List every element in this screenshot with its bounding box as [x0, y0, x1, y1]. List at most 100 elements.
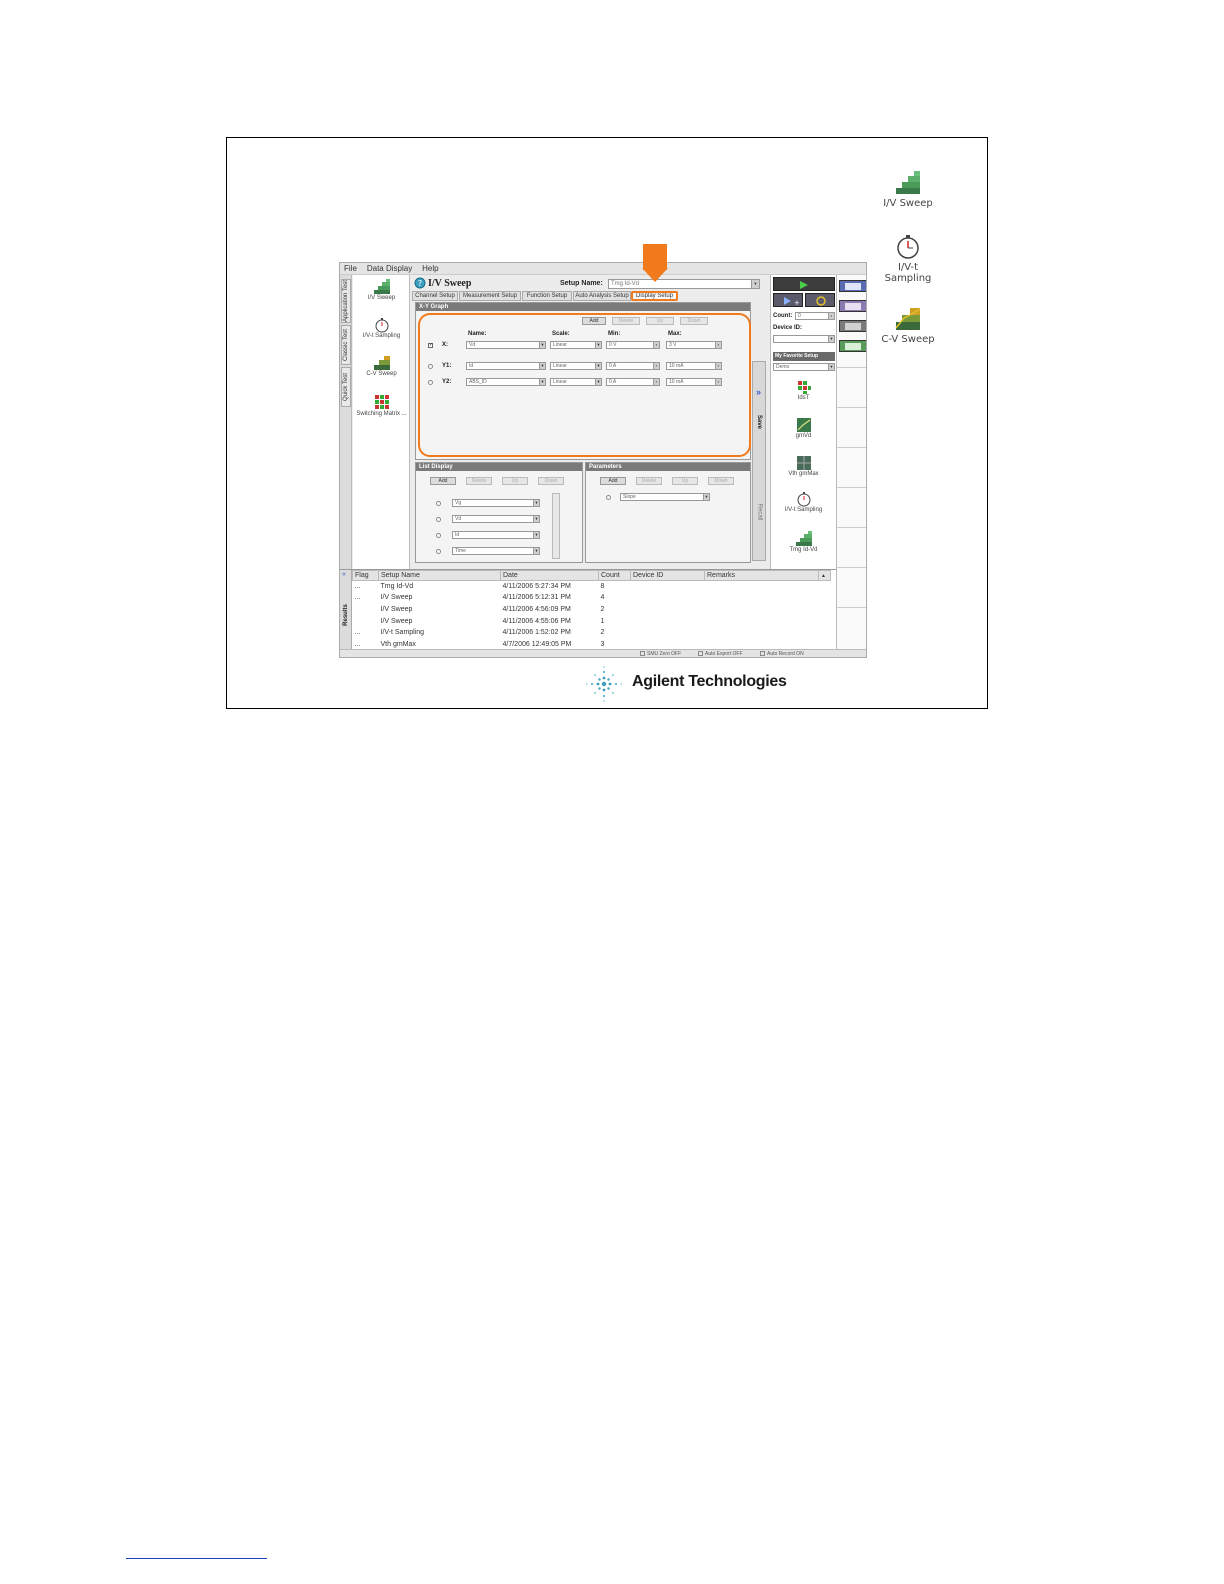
menu-help[interactable]: Help: [418, 263, 442, 274]
param-down-button[interactable]: Down: [708, 477, 734, 485]
export-button[interactable]: [839, 340, 866, 352]
print-button[interactable]: [839, 320, 866, 332]
tab-channel-setup[interactable]: Channel Setup: [412, 291, 458, 301]
tab-function-setup[interactable]: Function Setup: [522, 291, 572, 301]
count-label: Count:: [773, 313, 793, 319]
menu-bar: File Data Display Help: [340, 263, 866, 275]
list-item-select[interactable]: Vd ▼: [452, 515, 540, 523]
setup-name-input[interactable]: Tmg Id-Vd ▼: [608, 279, 760, 289]
table-row[interactable]: I/V Sweep 4/11/2006 4:55:06 PM 1: [353, 615, 831, 627]
table-row[interactable]: ... I/V-t Sampling 4/11/2006 1:52:02 PM 2: [353, 627, 831, 639]
list-display-panel: List Display Add Delete Up Down Vg ▼ Vd ▼ …: [415, 462, 583, 563]
tab-quick-test[interactable]: Quick Test: [341, 367, 351, 407]
single-run-button[interactable]: [773, 277, 835, 291]
chevron-down-icon: ▼: [828, 336, 834, 342]
col-remarks[interactable]: Remarks: [704, 570, 819, 581]
list-delete-button[interactable]: Delete: [466, 477, 492, 485]
list-item-radio[interactable]: [436, 533, 441, 538]
svg-text:?: ?: [418, 279, 422, 288]
repeat-icon: [816, 296, 826, 306]
favorite-item-idst[interactable]: IdsT: [777, 379, 830, 401]
toolbar-column: [836, 275, 866, 657]
printer-icon: [845, 323, 861, 330]
count-input[interactable]: 0 ▪: [795, 312, 835, 320]
list-down-button[interactable]: Down: [538, 477, 564, 485]
arrow-down-icon: [642, 244, 668, 282]
tab-measurement-setup[interactable]: Measurement Setup: [459, 291, 521, 301]
stopwatch-icon: [797, 492, 810, 507]
table-row[interactable]: ... I/V Sweep 4/11/2006 5:12:31 PM 4: [353, 592, 831, 604]
window-icon: [845, 283, 861, 290]
results-tab[interactable]: « Results: [340, 570, 352, 650]
list-item-radio[interactable]: [436, 549, 441, 554]
results-table: Flag Setup Name Date Count Device ID Rem…: [352, 570, 831, 650]
search-button[interactable]: [839, 300, 866, 312]
param-delete-button[interactable]: Delete: [636, 477, 662, 485]
param-item-select[interactable]: Slope ▼: [620, 493, 710, 501]
save-tab[interactable]: Save: [753, 402, 765, 442]
list-item-radio[interactable]: [436, 517, 441, 522]
desktop-icon-iv-sweep[interactable]: I/V Sweep: [866, 170, 950, 209]
help-icon[interactable]: ?: [414, 277, 426, 289]
status-auto-export[interactable]: Auto Export OFF: [698, 651, 743, 657]
favorite-item-vth-gmmax[interactable]: Vth gmMax: [777, 455, 830, 477]
status-smu-zero[interactable]: SMU Zero OFF: [640, 651, 681, 657]
col-date[interactable]: Date: [500, 570, 599, 581]
status-indicator-icon: [698, 651, 703, 657]
setup-library-panel: I/V Sweep I/V-t Sampling C-V Sweep Switc…: [353, 275, 410, 569]
xy-graph-header: X-Y Graph: [416, 303, 750, 311]
col-setup-name[interactable]: Setup Name: [378, 570, 501, 581]
device-id-input[interactable]: ▼: [773, 335, 835, 343]
menu-file[interactable]: File: [340, 263, 361, 274]
list-item-select[interactable]: Id ▼: [452, 531, 540, 539]
tab-display-setup[interactable]: Display Setup: [631, 291, 678, 301]
left-item-cv-sweep[interactable]: C-V Sweep: [355, 355, 408, 377]
desktop-icon-cv-sweep[interactable]: C-V Sweep: [866, 306, 950, 345]
chevron-down-icon: ▼: [533, 532, 539, 538]
left-item-switching-matrix[interactable]: Switching Matrix ...: [355, 393, 408, 417]
status-auto-record[interactable]: Auto Record ON: [760, 651, 804, 657]
device-id-label: Device ID:: [773, 325, 803, 331]
collapse-icon[interactable]: «: [342, 571, 346, 578]
col-count[interactable]: Count: [598, 570, 631, 581]
tab-classic-test[interactable]: Classic Test: [341, 325, 351, 365]
left-item-iv-sweep[interactable]: I/V Sweep: [355, 279, 408, 301]
my-favorite-setup-header[interactable]: My Favorite Setup: [773, 352, 835, 361]
status-indicator-icon: [760, 651, 765, 657]
param-item-radio[interactable]: [606, 495, 611, 500]
col-flag[interactable]: Flag: [352, 570, 379, 581]
scroll-up-icon[interactable]: ▲: [818, 570, 831, 581]
favorite-item-ivt-sampling[interactable]: I/V-t Sampling: [777, 491, 830, 513]
data-display-button[interactable]: [839, 280, 866, 292]
list-scrollbar[interactable]: [552, 493, 560, 559]
col-device-id[interactable]: Device ID: [630, 570, 705, 581]
svg-text:+: +: [794, 299, 800, 307]
list-up-button[interactable]: Up: [502, 477, 528, 485]
param-up-button[interactable]: Up: [672, 477, 698, 485]
list-item-select[interactable]: Time ▼: [452, 547, 540, 555]
favorite-item-gmvd[interactable]: gmVd: [777, 417, 830, 439]
recall-tab[interactable]: Recall: [753, 492, 765, 532]
tab-auto-analysis-setup[interactable]: Auto Analysis Setup: [573, 291, 631, 301]
expand-icon[interactable]: »: [756, 387, 761, 397]
status-bar: SMU Zero OFF Auto Export OFF Auto Record…: [340, 649, 866, 657]
menu-data-display[interactable]: Data Display: [363, 263, 416, 274]
repeat-run-button[interactable]: [805, 293, 835, 307]
table-row[interactable]: I/V Sweep 4/11/2006 4:56:09 PM 2: [353, 604, 831, 616]
append-run-button[interactable]: +: [773, 293, 803, 307]
table-row[interactable]: ... Tmg Id-Vd 4/11/2006 5:27:34 PM 8: [353, 581, 831, 593]
tab-application-test[interactable]: Application Test: [341, 279, 351, 323]
desktop-icon-ivt-sampling[interactable]: I/V-t Sampling: [866, 234, 950, 284]
cv-sweep-icon: [895, 308, 921, 330]
favorite-select[interactable]: Demo ▼: [773, 363, 835, 371]
list-item-radio[interactable]: [436, 501, 441, 506]
favorite-item-tmg-id-vd[interactable]: Tmg Id-Vd: [777, 531, 830, 553]
highlight-box: [418, 313, 751, 457]
iv-sweep-icon: [896, 171, 920, 194]
left-item-ivt-sampling[interactable]: I/V-t Sampling: [355, 317, 408, 339]
chevron-down-icon: ▼: [533, 500, 539, 506]
list-add-button[interactable]: Add: [430, 477, 456, 485]
list-item-select[interactable]: Vg ▼: [452, 499, 540, 507]
param-add-button[interactable]: Add: [600, 477, 626, 485]
chevron-down-icon[interactable]: ▼: [751, 280, 759, 288]
